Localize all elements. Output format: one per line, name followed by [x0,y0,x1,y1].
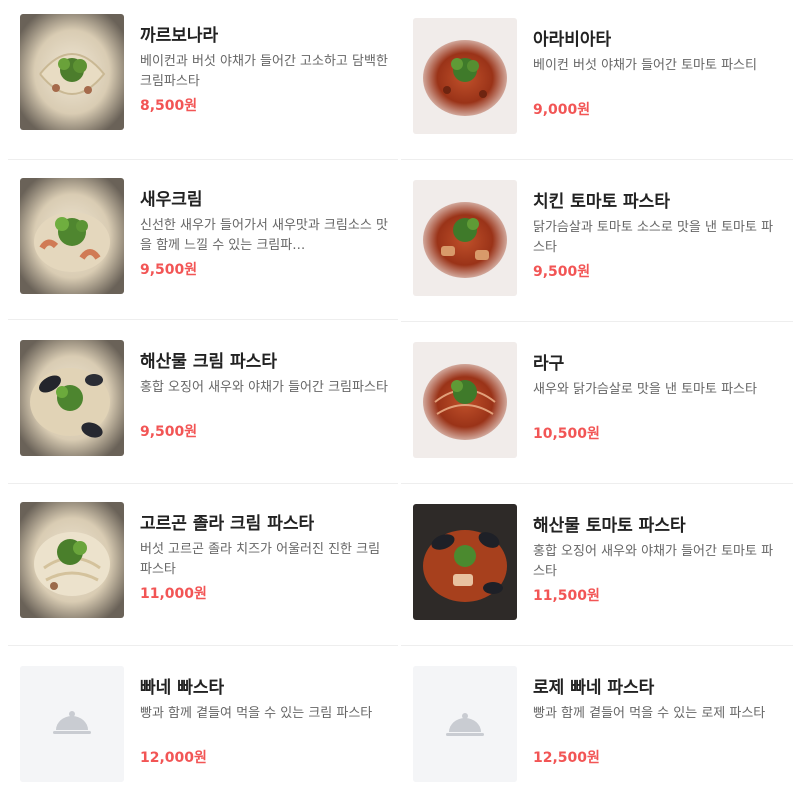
menu-item[interactable]: 까르보나라 베이컨과 버섯 야채가 들어간 고소하고 담백한 크림파스타 8,5… [8,0,398,160]
menu-item-name: 까르보나라 [140,26,219,46]
menu-item-description: 버섯 고르곤 졸라 치즈가 어울러진 진한 크림 파스타 [140,542,381,577]
menu-item-name: 로제 빠네 파스타 [533,678,655,698]
menu-item[interactable]: 치킨 토마토 파스타 닭가슴살과 토마토 소스로 맛을 낸 토마토 파스타 9,… [401,162,793,322]
menu-item[interactable]: 라구 새우와 닭가슴살로 맛을 낸 토마토 파스타 10,500원 [401,324,793,484]
menu-item-info: 새우크림 신선한 새우가 들어가서 새우맛과 크림소스 맛을 함께 느낄 수 있… [140,188,390,280]
menu-item[interactable]: 새우크림 신선한 새우가 들어가서 새우맛과 크림소스 맛을 함께 느낄 수 있… [8,160,398,320]
menu-item-price: 12,500원 [533,750,600,766]
menu-item-name: 새우크림 [140,190,203,210]
menu-item-name: 빠네 빠스타 [140,678,225,698]
menu-item-price: 12,000원 [140,750,207,766]
menu-item-description: 빵과 함께 곁들여 먹을 수 있는 크림 파스타 [140,706,373,721]
cloche-placeholder-icon [413,666,517,782]
menu-item-price: 9,500원 [140,262,198,278]
menu-item-price: 11,500원 [533,588,600,604]
menu-item-info: 아라비아타 베이컨 버섯 야채가 들어간 토마토 파스티 9,000원 [533,28,783,120]
menu-item-info: 해산물 크림 파스타 홍합 오징어 새우와 야채가 들어간 크림파스타 9,50… [140,350,390,442]
menu-item-name: 해산물 크림 파스타 [140,352,277,372]
gorgonzola-cream-pasta-photo [20,502,124,618]
menu-item-name: 아라비아타 [533,30,612,50]
menu-item-description: 새우와 닭가슴살로 맛을 낸 토마토 파스타 [533,382,757,397]
menu-item[interactable]: 해산물 크림 파스타 홍합 오징어 새우와 야채가 들어간 크림파스타 9,50… [8,324,398,484]
menu-item-info: 치킨 토마토 파스타 닭가슴살과 토마토 소스로 맛을 낸 토마토 파스타 9,… [533,190,783,282]
menu-item-price: 9,500원 [533,264,591,280]
menu-item-description: 홍합 오징어 새우와 야채가 들어간 토마토 파스타 [533,544,774,579]
menu-item[interactable]: 고르곤 졸라 크림 파스타 버섯 고르곤 졸라 치즈가 어울러진 진한 크림 파… [8,486,398,646]
cloche-placeholder-icon [20,666,124,782]
menu-item-name: 고르곤 졸라 크림 파스타 [140,514,315,534]
menu-item-info: 로제 빠네 파스타 빵과 함께 곁들어 먹을 수 있는 로제 파스타 12,50… [533,676,783,768]
tomato-pasta-photo [413,18,517,134]
menu-item-price: 10,500원 [533,426,600,442]
menu-item-info: 빠네 빠스타 빵과 함께 곁들여 먹을 수 있는 크림 파스타 12,000원 [140,676,390,768]
menu-item-info: 라구 새우와 닭가슴살로 맛을 낸 토마토 파스타 10,500원 [533,352,783,444]
menu-item-price: 9,000원 [533,102,591,118]
menu-item[interactable]: 빠네 빠스타 빵과 함께 곁들여 먹을 수 있는 크림 파스타 12,000원 [8,648,398,800]
ragu-pasta-photo [413,342,517,458]
menu-item-description: 베이컨 버섯 야채가 들어간 토마토 파스티 [533,58,757,73]
menu-item[interactable]: 아라비아타 베이컨 버섯 야채가 들어간 토마토 파스티 9,000원 [401,0,793,160]
seafood-tomato-pasta-photo [413,504,517,620]
menu-item[interactable]: 해산물 토마토 파스타 홍합 오징어 새우와 야채가 들어간 토마토 파스타 1… [401,486,793,646]
seafood-cream-pasta-photo [20,340,124,456]
menu-item-price: 11,000원 [140,586,207,602]
menu-item-description: 베이컨과 버섯 야채가 들어간 고소하고 담백한 크림파스타 [140,54,388,89]
menu-item-price: 9,500원 [140,424,198,440]
menu-item-description: 신선한 새우가 들어가서 새우맛과 크림소스 맛을 함께 느낄 수 있는 크림파… [140,218,388,253]
menu-item-info: 고르곤 졸라 크림 파스타 버섯 고르곤 졸라 치즈가 어울러진 진한 크림 파… [140,512,390,604]
cream-pasta-photo [20,14,124,130]
menu-item-description: 홍합 오징어 새우와 야채가 들어간 크림파스타 [140,380,388,395]
menu-item-description: 닭가슴살과 토마토 소스로 맛을 낸 토마토 파스타 [533,220,774,255]
menu-item-name: 해산물 토마토 파스타 [533,516,686,536]
menu-item-name: 라구 [533,354,565,374]
menu-item[interactable]: 로제 빠네 파스타 빵과 함께 곁들어 먹을 수 있는 로제 파스타 12,50… [401,648,793,800]
menu-item-description: 빵과 함께 곁들어 먹을 수 있는 로제 파스타 [533,706,766,721]
menu-item-info: 까르보나라 베이컨과 버섯 야채가 들어간 고소하고 담백한 크림파스타 8,5… [140,24,390,116]
menu-item-price: 8,500원 [140,98,198,114]
menu-item-name: 치킨 토마토 파스타 [533,192,670,212]
shrimp-cream-pasta-photo [20,178,124,294]
chicken-tomato-pasta-photo [413,180,517,296]
menu-item-info: 해산물 토마토 파스타 홍합 오징어 새우와 야채가 들어간 토마토 파스타 1… [533,514,783,606]
